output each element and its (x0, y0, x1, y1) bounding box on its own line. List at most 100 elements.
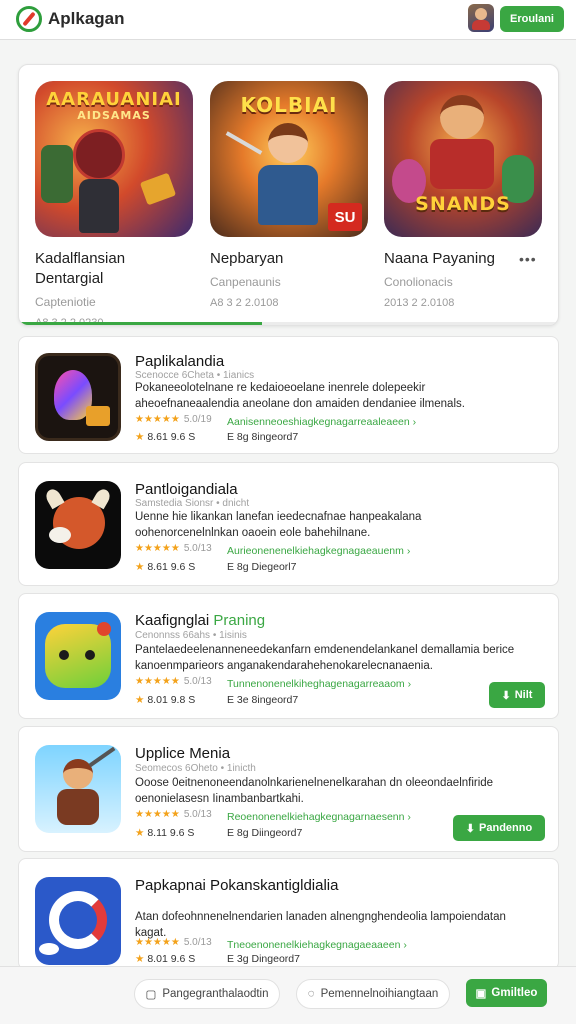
app-detail-link[interactable]: Tunnenonenelkiheghagenagarreaaom › (227, 678, 411, 690)
app-size: ★ 8.61 9.6 S (135, 561, 196, 573)
app-size: ★ 8.01 9.6 S (135, 953, 196, 965)
character-shape (73, 129, 125, 181)
star-icon: ★ (135, 561, 145, 573)
crate-shape (139, 172, 177, 206)
sidekick-shape (41, 145, 73, 203)
list-item[interactable]: Upplice Menia Seomecos 6Oheto • 1inicth … (18, 726, 559, 852)
featured-subtitle: Canpenaunis (210, 275, 281, 289)
rating-stars: ★★★★★ 5.0/19 (135, 414, 212, 425)
star-icon: ★ (135, 953, 145, 965)
bottom-bar: ▢ Pangegranthalaodtin ◌ Pemennelnoihiang… (0, 966, 576, 1024)
sword-shape (88, 746, 116, 768)
cloud-shape (39, 943, 59, 955)
featured-game-image[interactable]: AARAUANIAI AIDSAMAS (35, 81, 193, 237)
bottom-pill-left[interactable]: ▢ Pangegranthalaodtin (134, 979, 280, 1009)
featured-game-image[interactable]: SNANDS (384, 81, 542, 237)
eye-shape (59, 650, 69, 660)
app-title: Pantloigandiala (135, 481, 238, 498)
list-item[interactable]: Papkapnai Pokanskantigldialia Atan dofeo… (18, 858, 559, 970)
app-date: E 3e 8ingeord7 (227, 694, 299, 706)
featured-title: Nepbaryan (210, 250, 284, 267)
rating-stars: ★★★★★ 5.0/13 (135, 937, 212, 948)
app-date: E 3g Dingeord7 (227, 953, 300, 965)
featured-item[interactable]: SNANDS Naana Payaning Conolionacis 2013 … (384, 81, 544, 309)
app-list: Paplikalandia Scenocce 6Cheta • 1ianics … (18, 336, 559, 970)
logo-ring-shape (49, 891, 107, 949)
character-head-shape (440, 95, 484, 139)
featured-meta: A8 3 2 2.0108 (210, 297, 279, 309)
sword-shape (225, 131, 263, 155)
chest-shape (86, 406, 110, 426)
app-icon[interactable] (35, 745, 121, 833)
app-description: Uenne hie likankan lanefan ieedecnafnae … (135, 511, 422, 539)
app-icon[interactable] (35, 612, 121, 700)
app-logo-icon (16, 6, 42, 32)
app-title: Paplikalandia (135, 353, 225, 370)
app-subtitle: Samstedia Sionsr • dnicht (135, 498, 250, 509)
featured-subtitle: Conolionacis (384, 275, 453, 289)
rating-stars: ★★★★★ 5.0/13 (135, 676, 212, 687)
featured-meta: 2013 2 2.0108 (384, 297, 455, 309)
app-detail-link[interactable]: Reoenonenelkiehagkegnagarnaesenn › (227, 811, 411, 823)
app-detail-link[interactable]: Tneoenonenelkiehagkegnagaeaaeen › (227, 939, 407, 951)
character-body-shape (79, 179, 119, 233)
character-head-shape (268, 123, 308, 163)
app-detail-link[interactable]: Aurieonenenelkiehagkegnagaeauenm › (227, 545, 410, 557)
app-description: Ooose 0eitnenoneendanolnkarienelnenelkar… (135, 777, 494, 805)
app-detail-link[interactable]: Aanisenneoeshiagkegnagarreaaleaeen › (227, 416, 416, 428)
app-icon[interactable] (35, 481, 121, 569)
avatar[interactable] (468, 4, 494, 32)
rating-stars: ★★★★★ 5.0/13 (135, 543, 212, 554)
app-title: Upplice Menia (135, 745, 231, 762)
app-size: ★ 8.61 9.6 S (135, 431, 196, 443)
star-icon: ★ (135, 431, 145, 443)
app-icon[interactable] (35, 353, 121, 441)
app-title: Papkapnai Pokanskantigldialia (135, 877, 339, 894)
chat-icon: ◌ (307, 988, 315, 1000)
carousel-progress (19, 322, 558, 325)
featured-item[interactable]: AARAUANIAI AIDSAMAS Kadalflansian Dentarg… (35, 81, 195, 325)
character-body-shape (57, 789, 99, 825)
app-subtitle: Seomecos 6Oheto • 1inicth (135, 763, 256, 774)
app-subtitle: Cenonnss 66ahs • 1isinis (135, 630, 247, 641)
app-date: E 8g Diingeord7 (227, 827, 303, 839)
carousel-progress-fill (19, 322, 263, 325)
star-icon: ★ (135, 827, 145, 839)
app-description: Pantelaedeelenanneneedekanfarn emdenende… (135, 644, 515, 672)
install-button[interactable]: ⬇ Pandenno (453, 815, 545, 841)
list-item[interactable]: Pantloigandiala Samstedia Sionsr • dnich… (18, 462, 559, 586)
install-button[interactable]: ⬇ Nilt (489, 682, 545, 708)
app-date: E 8g Diegeorl7 (227, 561, 297, 573)
star-icon: ★ (135, 694, 145, 706)
app-title: Aplkagan (48, 9, 125, 28)
bottom-action-button[interactable]: ▣ Gmiltleo (466, 979, 547, 1007)
app-size: ★ 8.11 9.6 S (135, 827, 195, 839)
download-icon: ⬇ (465, 822, 476, 835)
app-date: E 8g 8ingeord7 (227, 431, 299, 443)
app-size: ★ 8.01 9.8 S (135, 694, 196, 706)
download-icon: ▣ (475, 988, 487, 1000)
eye-shape (85, 650, 95, 660)
list-item[interactable]: Kaafignglai Praning Cenonnss 66ahs • 1is… (18, 593, 559, 719)
rating-stars: ★★★★★ 5.0/13 (135, 809, 212, 820)
app-icon[interactable] (35, 877, 121, 965)
bottom-pill-right[interactable]: ◌ Pemennelnoihiangtaan (296, 979, 450, 1009)
featured-game-image[interactable]: KOLBIAI SU (210, 81, 368, 237)
character-body-shape (258, 165, 318, 225)
top-bar: Aplkagan Eroulani (0, 0, 576, 40)
featured-carousel: AARAUANIAI AIDSAMAS Kadalflansian Dentarg… (18, 64, 559, 326)
character-body-shape (430, 139, 494, 189)
dot-shape (97, 622, 111, 636)
snout-shape (49, 527, 71, 543)
list-item[interactable]: Paplikalandia Scenocce 6Cheta • 1ianics … (18, 336, 559, 454)
game-badge: SU (328, 203, 362, 231)
app-description: Pokaneeolotelnane re kedaioeoelane inenr… (135, 382, 465, 410)
featured-item[interactable]: KOLBIAI SU Nepbaryan Canpenaunis A8 3 2 … (210, 81, 370, 309)
featured-title: Kadalflansian Dentargial (35, 250, 126, 287)
header-action-button[interactable]: Eroulani (500, 6, 564, 32)
more-options-icon[interactable]: ••• (519, 251, 537, 267)
download-icon: ⬇ (501, 689, 511, 702)
bookmark-icon: ▢ (145, 989, 157, 1001)
featured-subtitle: Capteniotie (35, 295, 96, 309)
app-title: Kaafignglai Praning (135, 612, 266, 629)
